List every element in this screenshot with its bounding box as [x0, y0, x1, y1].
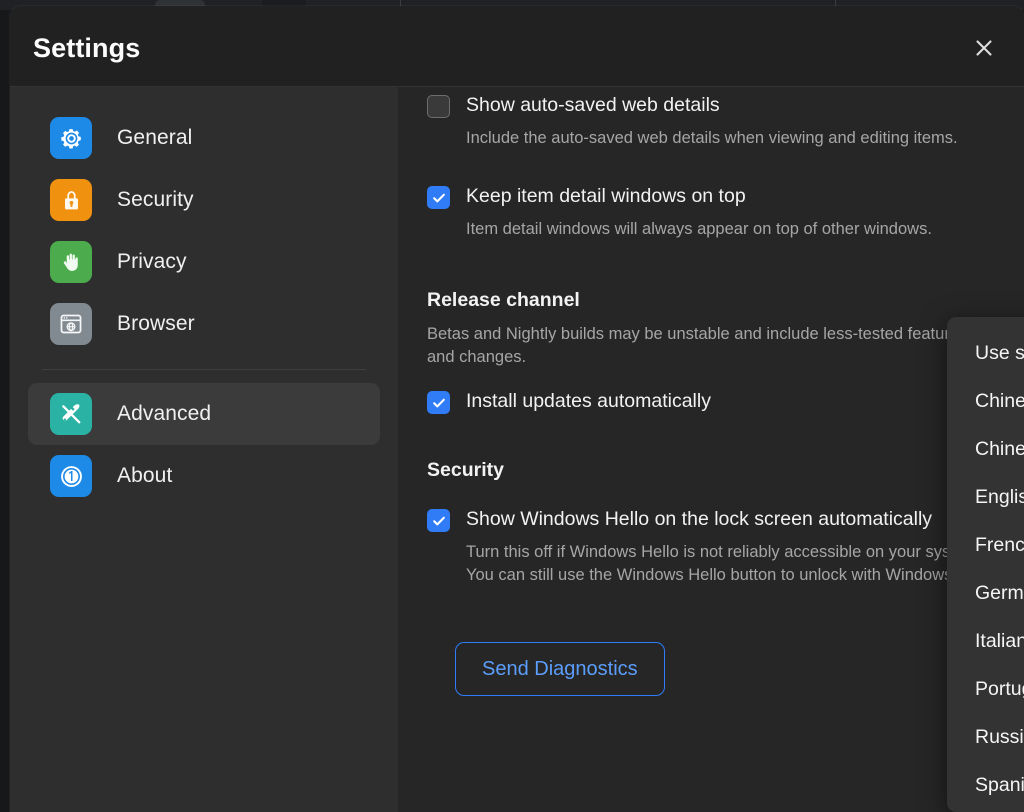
onepassword-icon: [60, 465, 82, 487]
locale-menu-item[interactable]: English (US): [947, 473, 1024, 521]
sidebar-item-label: Privacy: [117, 250, 187, 273]
locale-menu-item[interactable]: Chinese (TW): [947, 425, 1024, 473]
tools-icon: [61, 404, 81, 424]
locale-menu-item[interactable]: Use system defaults: [947, 329, 1024, 377]
locale-menu-item[interactable]: Italian: [947, 617, 1024, 665]
option-description: Include the auto-saved web details when …: [466, 129, 958, 147]
option-install-updates: Install updates automatically: [427, 389, 1006, 414]
option-header: Install updates automatically: [427, 389, 1006, 414]
checkbox-install-updates[interactable]: [427, 391, 450, 414]
option-header: Show Windows Hello on the lock screen au…: [427, 507, 1006, 532]
settings-window: Settings General Security Privacy Browse…: [10, 6, 1024, 812]
window-body: General Security Privacy Browser Advance…: [10, 87, 1024, 812]
locale-menu-item-label: Russian: [975, 725, 1024, 748]
sidebar-item-advanced[interactable]: Advanced: [28, 383, 380, 445]
close-icon: [976, 40, 992, 56]
sidebar-item-label: Browser: [117, 312, 195, 335]
locale-menu-item-label: English (US): [975, 485, 1024, 508]
section-title: Security: [427, 459, 504, 481]
checkbox-windows-hello[interactable]: [427, 509, 450, 532]
section-security: Security: [427, 459, 1006, 482]
locale-menu-item[interactable]: Portuguese (BR): [947, 665, 1024, 713]
locale-menu-item[interactable]: Chinese (CN): [947, 377, 1024, 425]
section-release-channel: Release channel Betas and Nightly builds…: [427, 289, 1006, 369]
locale-menu-item[interactable]: German: [947, 569, 1024, 617]
tools-icon-container: [50, 393, 92, 435]
locale-menu-item-label: Spanish (ES): [975, 773, 1024, 796]
sidebar-divider: [42, 369, 366, 370]
option-header: Keep item detail windows on top: [427, 184, 1006, 209]
settings-content-pane: Show auto-saved web details Include the …: [398, 87, 1024, 812]
option-label: Show Windows Hello on the lock screen au…: [466, 508, 933, 530]
sidebar-item-security[interactable]: Security: [28, 169, 380, 231]
send-diagnostics-row: Send Diagnostics: [427, 632, 1006, 712]
lock-icon-container: [50, 179, 92, 221]
locale-menu-item-label: Portuguese (BR): [975, 677, 1024, 700]
locale-dropdown-menu: Use system defaults Chinese (CN) Chinese…: [947, 317, 1024, 812]
section-description: Betas and Nightly builds may be unstable…: [427, 325, 968, 366]
onepassword-icon-container: [50, 455, 92, 497]
close-button[interactable]: [968, 32, 1000, 64]
gear-icon: [60, 128, 81, 149]
option-description: Item detail windows will always appear o…: [466, 220, 932, 238]
section-title: Release channel: [427, 289, 580, 311]
browser-icon: [60, 314, 82, 334]
hand-icon: [63, 253, 78, 271]
lock-icon: [64, 190, 78, 209]
send-diagnostics-button[interactable]: Send Diagnostics: [455, 642, 665, 696]
checkmark-icon: [432, 193, 445, 202]
checkmark-icon: [432, 398, 445, 407]
locale-menu-item-label: German: [975, 581, 1024, 604]
locale-menu-item[interactable]: Russian: [947, 713, 1024, 761]
option-header: Show auto-saved web details: [427, 93, 1006, 118]
checkbox-show-auto-saved-web-details[interactable]: [427, 95, 450, 118]
sidebar-item-about[interactable]: About: [28, 445, 380, 507]
gear-icon-container: [50, 117, 92, 159]
sidebar-item-general[interactable]: General: [28, 107, 380, 169]
option-label: Keep item detail windows on top: [466, 185, 746, 207]
browser-icon-container: [50, 303, 92, 345]
checkmark-icon: [432, 516, 445, 525]
sidebar-item-label: Security: [117, 188, 194, 211]
option-label: Show auto-saved web details: [466, 94, 720, 116]
checkbox-keep-item-detail-windows-on-top[interactable]: [427, 186, 450, 209]
locale-menu-item-label: French: [975, 533, 1024, 556]
option-description: Turn this off if Windows Hello is not re…: [466, 543, 1000, 584]
window-titlebar: Settings: [10, 6, 1024, 87]
option-keep-item-detail-windows-on-top: Keep item detail windows on top Item det…: [427, 184, 1006, 241]
locale-menu-item[interactable]: Spanish (ES): [947, 761, 1024, 809]
locale-menu-item-label: Chinese (CN): [975, 389, 1024, 412]
sidebar-item-label: General: [117, 126, 193, 149]
sidebar-item-label: Advanced: [117, 402, 212, 425]
locale-menu-item-label: Italian: [975, 629, 1024, 652]
option-label: Install updates automatically: [466, 390, 711, 412]
option-show-auto-saved-web-details: Show auto-saved web details Include the …: [427, 93, 1006, 150]
locale-menu-item-label: Use system defaults: [975, 341, 1024, 364]
sidebar-item-label: About: [117, 464, 173, 487]
sidebar: General Security Privacy Browser Advance…: [10, 87, 398, 812]
sidebar-item-browser[interactable]: Browser: [28, 293, 380, 355]
option-windows-hello: Show Windows Hello on the lock screen au…: [427, 507, 1006, 587]
sidebar-item-privacy[interactable]: Privacy: [28, 231, 380, 293]
hand-icon-container: [50, 241, 92, 283]
page-title: Settings: [33, 33, 141, 63]
locale-menu-item[interactable]: French: [947, 521, 1024, 569]
locale-menu-item-label: Chinese (TW): [975, 437, 1024, 460]
